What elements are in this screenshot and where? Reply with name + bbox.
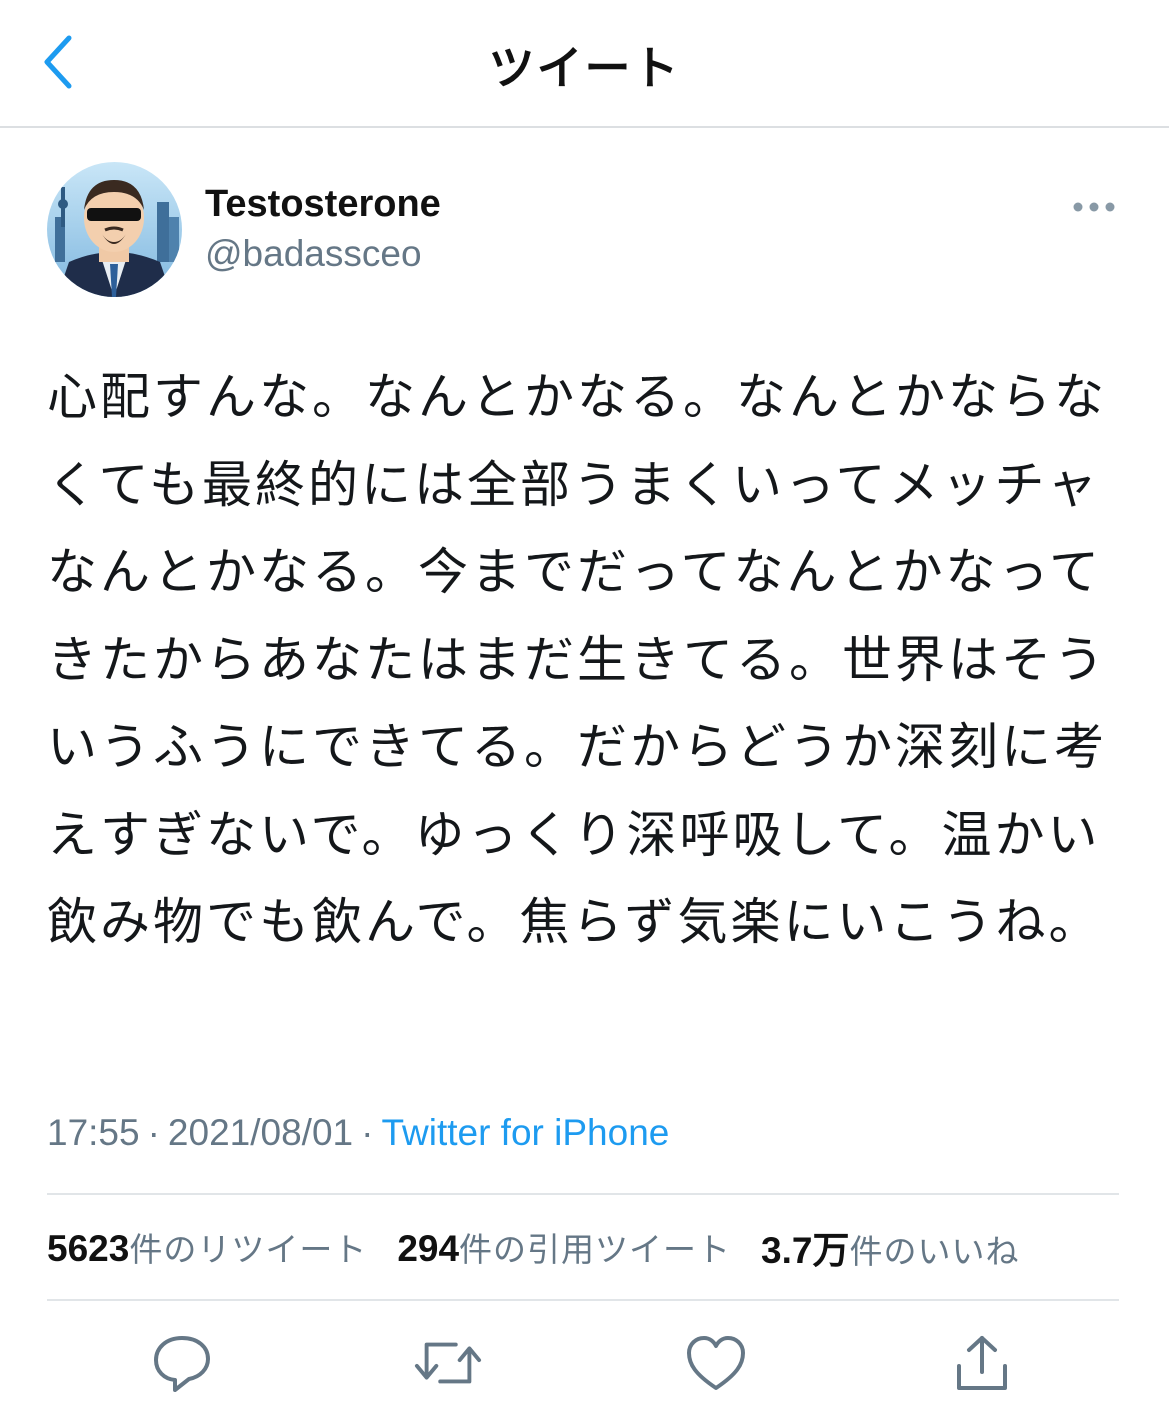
share-icon	[957, 1336, 1007, 1390]
user-handle[interactable]: @badassceo	[205, 233, 422, 275]
tweet-metadata: 17:55 · 2021/08/01 · Twitter for iPhone	[47, 1112, 669, 1154]
quotes-count: 294	[397, 1228, 460, 1269]
tweet-text: 心配すんな。なんとかなる。なんとかならなくても最終的には全部うまくいってメッチャ…	[47, 368, 1107, 951]
likes-count: 3.7万	[761, 1230, 850, 1271]
heart-icon	[687, 1336, 745, 1390]
tweet-detail-screen: ツイート Testosterone @badassceo 心配すんな。なんとかな…	[0, 0, 1169, 1411]
likes-label: 件のいいね	[849, 1232, 1020, 1271]
likes-stat[interactable]: 3.7万 件のいいね	[761, 1220, 1019, 1274]
retweets-stat[interactable]: 5623 件のリツイート	[47, 1223, 367, 1271]
more-options-button[interactable]	[1068, 190, 1120, 224]
retweet-button[interactable]	[413, 1328, 483, 1398]
reply-button[interactable]	[147, 1328, 217, 1398]
avatar-image	[47, 162, 182, 297]
reply-icon	[154, 1336, 210, 1392]
tweet-date: 2021/08/01	[167, 1112, 354, 1153]
navigation-bar: ツイート	[0, 0, 1169, 128]
page-title: ツイート	[488, 41, 681, 95]
tweet-source-link[interactable]: Twitter for iPhone	[381, 1112, 669, 1153]
divider	[47, 1193, 1119, 1195]
retweets-label: 件のリツイート	[129, 1230, 368, 1269]
retweet-icon	[414, 1342, 482, 1384]
meta-separator: ·	[361, 1112, 374, 1153]
like-button[interactable]	[681, 1328, 751, 1398]
meta-separator: ·	[147, 1112, 160, 1153]
tweet-time: 17:55	[47, 1112, 140, 1153]
retweets-count: 5623	[47, 1228, 130, 1269]
display-name[interactable]: Testosterone	[205, 183, 441, 226]
more-icon	[1073, 202, 1115, 212]
engagement-stats: 5623 件のリツイート 294 件の引用ツイート 3.7万 件のいいね	[47, 1222, 1049, 1272]
quotes-stat[interactable]: 294 件の引用ツイート	[397, 1223, 731, 1271]
divider	[47, 1299, 1119, 1301]
quotes-label: 件の引用ツイート	[459, 1230, 732, 1269]
share-button[interactable]	[947, 1328, 1017, 1398]
avatar[interactable]	[47, 162, 182, 297]
